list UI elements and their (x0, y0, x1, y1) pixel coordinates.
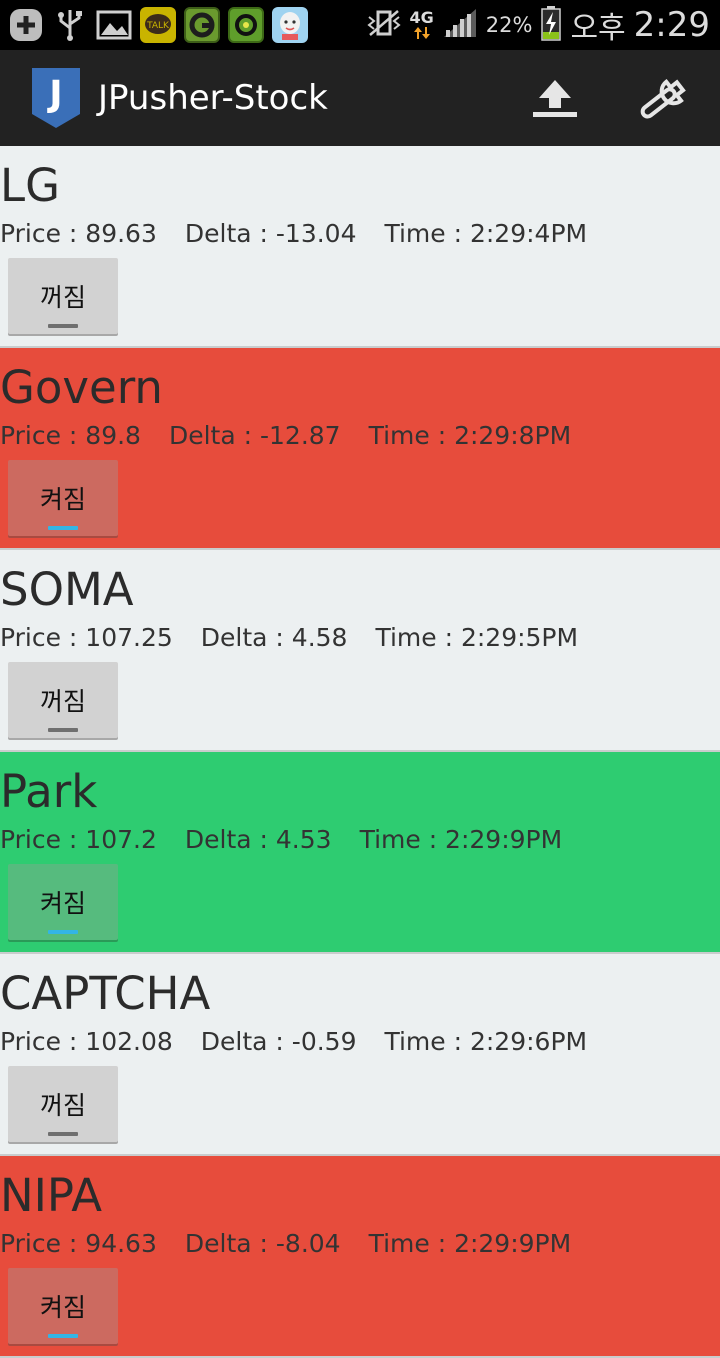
stock-info: Price : 102.08 Delta : -0.59 Time : 2:29:6… (0, 1026, 587, 1058)
stock-row: Govern Price : 89.8 Delta : -12.87 Time : 2… (0, 348, 720, 550)
network-indicator: 4G (409, 8, 434, 40)
stock-info: Price : 94.63 Delta : -8.04 Time : 2:29:9P… (0, 1228, 571, 1260)
stock-price: Price : 102.08 (0, 1027, 173, 1056)
stock-info: Price : 107.25 Delta : 4.58 Time : 2:29:5P… (0, 622, 578, 654)
stock-time: Time : 2:29:6PM (384, 1027, 588, 1056)
stock-name: NIPA (0, 1169, 102, 1222)
action-bar: J JPusher-Stock (0, 50, 720, 146)
battery-percent: 22% (485, 13, 533, 37)
action-bar-actions (500, 50, 720, 146)
plus-icon (8, 7, 44, 43)
clock: 2:29 (633, 5, 710, 45)
toggle-label: 꺼짐 (39, 687, 86, 716)
push-toggle-button[interactable]: 꺼짐 (8, 1066, 118, 1142)
push-toggle-button[interactable]: 켜짐 (8, 460, 118, 536)
toggle-label: 꺼짐 (39, 1091, 86, 1120)
stock-price: Price : 89.8 (0, 421, 141, 450)
stock-info: Price : 89.8 Delta : -12.87 Time : 2:29:8P… (0, 420, 571, 452)
stock-name: Park (0, 765, 98, 818)
toggle-indicator (48, 526, 78, 530)
kakaotalk-icon: TALK (140, 7, 176, 43)
stock-delta: Delta : -8.04 (184, 1229, 341, 1258)
data-arrows-icon (413, 27, 430, 39)
settings-button[interactable] (610, 50, 720, 146)
stock-row: CAPTCHA Price : 102.08 Delta : -0.59 Time :… (0, 954, 720, 1156)
stock-time: Time : 2:29:5PM (375, 623, 579, 652)
app-logo: J (30, 66, 82, 130)
notification-icons: TALK (0, 0, 308, 50)
toggle-label: 꺼짐 (39, 283, 86, 312)
face-icon (272, 7, 308, 43)
stock-price: Price : 107.2 (0, 825, 157, 854)
stock-delta: Delta : -0.59 (200, 1027, 357, 1056)
stock-row: LG Price : 89.63 Delta : -13.04 Time : 2:29… (0, 146, 720, 348)
toggle-indicator (48, 324, 78, 328)
toggle-indicator (48, 728, 78, 732)
stock-row: NIPA Price : 94.63 Delta : -8.04 Time : 2:2… (0, 1156, 720, 1358)
stock-row: Park Price : 107.2 Delta : 4.53 Time : 2:29… (0, 752, 720, 954)
push-toggle-button[interactable]: 꺼짐 (8, 662, 118, 738)
stock-delta: Delta : 4.58 (200, 623, 348, 652)
wrench-icon (640, 78, 686, 119)
stock-delta: Delta : -13.04 (184, 219, 357, 248)
toggle-indicator (48, 1132, 78, 1136)
toggle-indicator (48, 1334, 78, 1338)
push-toggle-button[interactable]: 켜짐 (8, 864, 118, 940)
stock-time: Time : 2:29:9PM (368, 1229, 572, 1258)
stock-list: LG Price : 89.63 Delta : -13.04 Time : 2:29… (0, 146, 720, 1358)
stock-name: LG (0, 159, 60, 212)
signal-icon (442, 8, 478, 42)
toggle-label: 켜짐 (39, 889, 86, 918)
app-logo-letter: J (46, 74, 62, 115)
stock-price: Price : 89.63 (0, 219, 157, 248)
stock-name: CAPTCHA (0, 967, 211, 1020)
push-toggle-button[interactable]: 켜짐 (8, 1268, 118, 1344)
app-title: JPusher-Stock (98, 78, 328, 118)
app-icon (228, 7, 264, 43)
stock-info: Price : 107.2 Delta : 4.53 Time : 2:29:9PM (0, 824, 562, 856)
google-icon (184, 7, 220, 43)
stock-name: Govern (0, 361, 163, 414)
battery-charging-icon (540, 5, 562, 45)
stock-price: Price : 94.63 (0, 1229, 157, 1258)
stock-delta: Delta : 4.53 (184, 825, 332, 854)
toggle-label: 켜짐 (39, 485, 86, 514)
ampm-label: 오후 (570, 11, 626, 46)
toggle-indicator (48, 930, 78, 934)
stock-row: SOMA Price : 107.25 Delta : 4.58 Time : 2:2… (0, 550, 720, 752)
network-type: 4G (409, 8, 434, 27)
stock-price: Price : 107.25 (0, 623, 173, 652)
push-toggle-button[interactable]: 꺼짐 (8, 258, 118, 334)
stock-name: SOMA (0, 563, 134, 616)
stock-time: Time : 2:29:9PM (359, 825, 563, 854)
stock-time: Time : 2:29:8PM (368, 421, 572, 450)
stock-info: Price : 89.63 Delta : -13.04 Time : 2:29:4… (0, 218, 587, 250)
svg-text:TALK: TALK (146, 21, 170, 31)
system-indicators: 4G 22% 오후 2:29 (367, 0, 720, 50)
image-icon (96, 7, 132, 43)
stock-delta: Delta : -12.87 (168, 421, 341, 450)
mute-vibrate-icon (367, 8, 402, 42)
usb-icon (52, 7, 88, 43)
upload-button[interactable] (500, 50, 610, 146)
stock-time: Time : 2:29:4PM (384, 219, 588, 248)
status-bar: TALK 4G 22% 오후 2:29 (0, 0, 720, 50)
toggle-label: 켜짐 (39, 1293, 86, 1322)
upload-icon (533, 80, 577, 117)
